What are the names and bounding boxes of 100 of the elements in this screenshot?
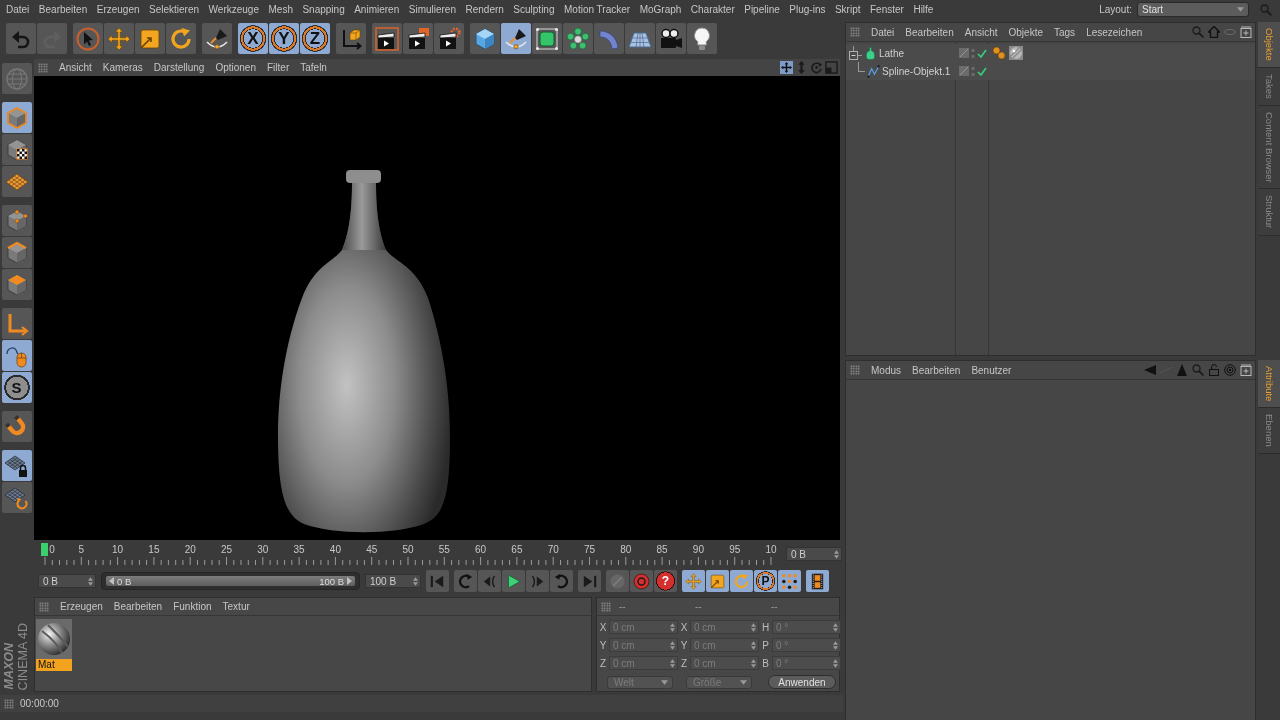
spin-arrows-icon[interactable] (413, 576, 418, 586)
menu-item[interactable]: Kameras (102, 62, 143, 73)
floor-button[interactable] (625, 23, 655, 54)
striped-sphere-icon[interactable] (1009, 46, 1023, 60)
texture-mode-button[interactable] (1, 134, 32, 165)
menu-item[interactable]: Sculpting (513, 4, 555, 15)
menu-item[interactable]: Plug-ins (789, 4, 826, 15)
cloner-button[interactable] (563, 23, 593, 54)
menu-item[interactable]: Werkzeuge (208, 4, 259, 15)
keyframe-button[interactable]: ? (654, 570, 677, 592)
ellipse-icon[interactable] (1224, 26, 1236, 38)
menu-item[interactable]: MoGraph (639, 4, 682, 15)
menu-item[interactable]: Tafeln (300, 62, 327, 73)
grip-icon[interactable] (601, 601, 611, 612)
search-icon[interactable] (1192, 26, 1204, 38)
menu-item[interactable]: Ansicht (964, 26, 998, 38)
deformer-button[interactable] (594, 23, 624, 54)
menu-item[interactable]: Snapping (302, 4, 345, 15)
selection-tool-button[interactable] (73, 23, 103, 54)
slashed-square-icon[interactable] (959, 48, 969, 58)
menu-item[interactable]: Benutzer (971, 364, 1012, 376)
rotate-tool-button[interactable] (166, 23, 196, 54)
check-icon[interactable] (977, 48, 987, 58)
menu-item[interactable]: Skript (834, 4, 861, 15)
cube-button[interactable] (470, 23, 500, 54)
magnet-button[interactable] (1, 411, 32, 442)
timeline-ruler[interactable]: 0 5 10 15 20 25 30 35 40 45 50 55 60 65 70 75 80 85 90 95 10 (40, 541, 782, 567)
start-frame-field[interactable]: 0 B (38, 574, 96, 588)
next-frame-button[interactable] (526, 570, 549, 592)
collapse-icon[interactable] (848, 46, 862, 60)
position-key-button[interactable] (682, 570, 705, 592)
menu-item[interactable]: Bearbeiten (113, 601, 163, 612)
menu-item[interactable]: Bearbeiten (912, 364, 961, 376)
object-row[interactable]: Lathe (846, 44, 1255, 62)
arrow-left-icon[interactable] (109, 577, 114, 585)
scale-tool-button[interactable] (135, 23, 165, 54)
previous-key-button[interactable] (454, 570, 477, 592)
spline-pen-button[interactable] (501, 23, 531, 54)
render-settings-button[interactable] (434, 23, 464, 54)
points-mode-button[interactable] (1, 205, 32, 236)
menu-item[interactable]: Textur (222, 601, 250, 612)
menu-item[interactable]: Lesezeichen (1086, 26, 1143, 38)
menu-item[interactable]: Simulieren (408, 4, 456, 15)
light-button[interactable] (687, 23, 717, 54)
point-level-button[interactable] (778, 570, 801, 592)
parameter-key-button[interactable]: P (754, 570, 777, 592)
range-fill[interactable]: 0 B 100 B (106, 576, 355, 586)
render-view-button[interactable] (372, 23, 402, 54)
workplane-mode-button[interactable] (1, 166, 32, 197)
back-arrow-icon[interactable] (1144, 364, 1156, 376)
camera-button[interactable] (656, 23, 686, 54)
workplane-align-button[interactable] (1, 482, 32, 513)
menu-item[interactable]: Datei (871, 26, 895, 38)
render-picture-button[interactable] (403, 23, 433, 54)
target-icon[interactable] (1224, 364, 1236, 376)
undo-button[interactable] (6, 23, 36, 54)
two-spheres-icon[interactable] (992, 46, 1006, 60)
menu-item[interactable]: Erzeugen (96, 4, 140, 15)
last-frame-button[interactable] (578, 570, 601, 592)
grip-icon[interactable] (850, 365, 860, 375)
previous-frame-button[interactable] (478, 570, 501, 592)
axis-lock-button[interactable]: Z (300, 23, 330, 54)
workplane-lock-button[interactable] (1, 450, 32, 481)
play-button[interactable] (502, 570, 525, 592)
move-tool-button[interactable] (104, 23, 134, 54)
square-corner-icon[interactable] (825, 61, 838, 74)
subdivision-button[interactable] (532, 23, 562, 54)
menu-item[interactable]: Fenster (870, 4, 904, 15)
side-tab[interactable]: Attribute (1258, 360, 1280, 409)
home-icon[interactable] (1208, 26, 1220, 38)
plus-box-icon[interactable] (1240, 26, 1252, 38)
pen-tool-button[interactable] (202, 23, 232, 54)
next-key-button[interactable] (550, 570, 573, 592)
menu-item[interactable]: Selektieren (149, 4, 200, 15)
menu-item[interactable]: Mesh (268, 4, 293, 15)
model-mode-button[interactable] (1, 102, 32, 133)
layout-dropdown[interactable]: Start (1137, 2, 1249, 17)
menu-item[interactable]: Modus (871, 364, 901, 376)
menu-item[interactable]: Hilfe (913, 4, 934, 15)
menu-item[interactable]: Objekte (1008, 26, 1043, 38)
axis-lock-button[interactable]: X (238, 23, 268, 54)
grip-icon[interactable] (850, 27, 860, 37)
menu-item[interactable]: Erzeugen (60, 601, 103, 612)
rotate-icon[interactable] (810, 61, 823, 74)
menu-item[interactable]: Ansicht (59, 62, 92, 73)
spin-arrows-icon[interactable] (88, 576, 93, 586)
axis-lock-button[interactable]: Y (269, 23, 299, 54)
slashed-square-icon[interactable] (959, 66, 969, 76)
move-arrows-icon[interactable] (780, 61, 793, 74)
grip-icon[interactable] (38, 62, 48, 73)
menu-item[interactable]: Bearbeiten (905, 26, 954, 38)
autokey-button[interactable] (630, 570, 653, 592)
menu-item[interactable]: Animieren (354, 4, 400, 15)
end-frame-field[interactable]: 100 B (365, 574, 421, 588)
search-icon[interactable] (1192, 364, 1204, 376)
lock-icon[interactable] (1208, 364, 1220, 376)
check-icon[interactable] (977, 66, 987, 76)
plus-box-icon[interactable] (1240, 364, 1252, 376)
menu-item[interactable]: Rendern (465, 4, 504, 15)
edges-mode-button[interactable] (1, 237, 32, 268)
